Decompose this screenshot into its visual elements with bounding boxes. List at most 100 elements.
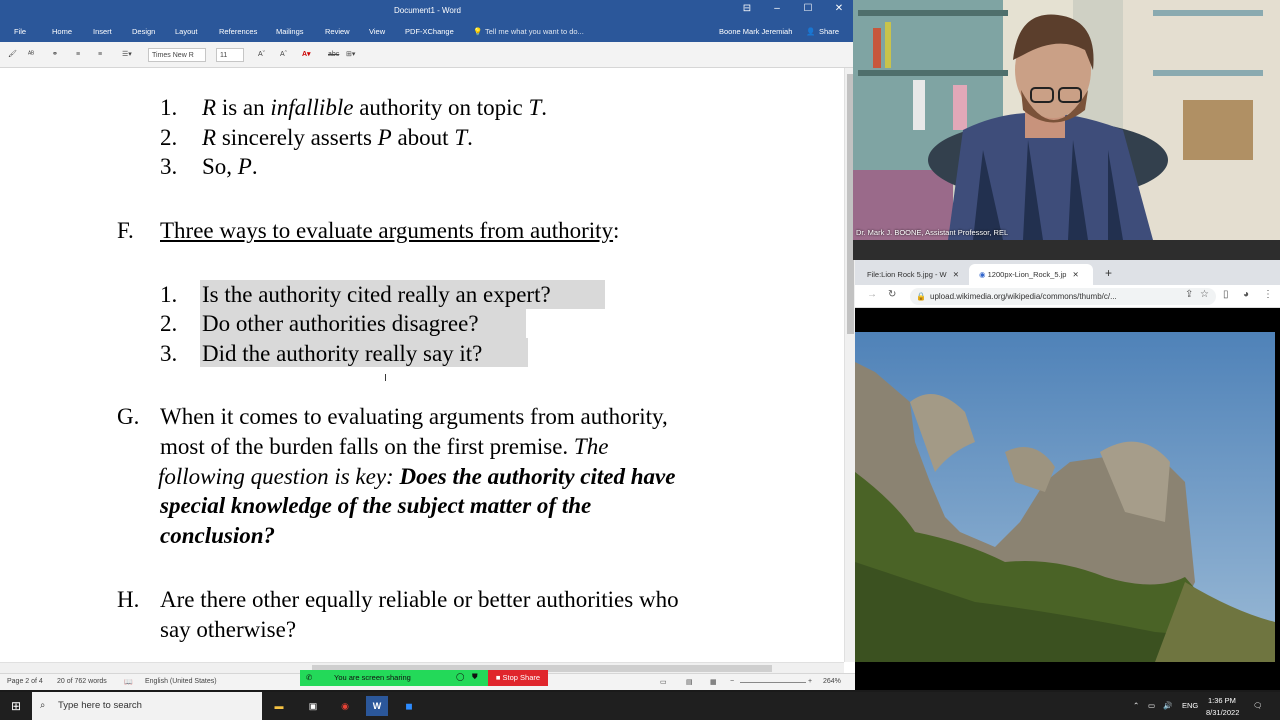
pause-icon[interactable]: ◯ [456, 672, 464, 681]
text-cursor-icon: I [384, 373, 387, 384]
lion-rock-photo [855, 332, 1275, 662]
tell-me-search[interactable]: Tell me what you want to do... [485, 27, 584, 36]
volume-icon[interactable]: 🔊 [1163, 701, 1172, 710]
paragraph-line: Are there other equally reliable or bett… [160, 587, 679, 612]
font-name-select[interactable]: Times New R [148, 48, 206, 62]
clear-format-icon[interactable]: ᴬᴮ [28, 48, 34, 62]
new-tab-button[interactable]: + [1105, 266, 1112, 280]
word-icon[interactable]: W [366, 696, 388, 716]
browser-tab-active[interactable]: ◉ 1200px-Lion_Rock_5.jp ✕ [969, 264, 1093, 285]
browser-tabs: File:Lion Rock 5.jpg - W ✕ ◉ 1200px-Lion… [855, 260, 1280, 285]
list-number: 2. [160, 311, 178, 336]
align-icon[interactable]: ≡ [76, 48, 80, 62]
screen-share-bar: ✆ You are screen sharing ◯ ⛊ ■ Stop Shar… [300, 670, 548, 686]
grow-font-icon[interactable]: Aˆ [280, 48, 287, 62]
table-icon[interactable]: ⊞▾ [346, 48, 355, 62]
list-number: 1. [160, 282, 178, 307]
format-painter-icon[interactable]: 🖌 [8, 48, 17, 62]
close-tab-icon[interactable]: ✕ [953, 270, 959, 279]
list-item: Did the authority really say it? [202, 341, 483, 366]
shield-icon[interactable]: ⛊ [472, 672, 478, 682]
font-size-select[interactable]: 11 [216, 48, 244, 62]
ribbon-display-icon[interactable]: ⊟ [732, 3, 762, 14]
web-layout-icon[interactable]: ▦ [710, 678, 717, 686]
list-item: R sincerely asserts P about T. [202, 125, 473, 150]
link-icon[interactable]: ⚭ [52, 48, 58, 62]
url-bar[interactable]: 🔒 upload.wikimedia.org/wikipedia/commons/… [910, 288, 1216, 305]
list-number: 1. [160, 95, 178, 120]
paragraph-line: say otherwise? [160, 617, 297, 642]
search-icon: ⌕ [40, 700, 46, 711]
side-panel-icon[interactable]: ▯ [1223, 289, 1229, 300]
windows-start-icon[interactable]: ⊞ [5, 696, 27, 716]
section-heading: Three ways to evaluate arguments from au… [160, 218, 620, 243]
window-title: Document1 - Word [394, 6, 461, 15]
page-indicator[interactable]: Page 2 of 4 [7, 678, 43, 685]
print-layout-icon[interactable]: ▤ [686, 678, 693, 686]
share-icon: 👤 [806, 27, 816, 36]
list-item: So, P. [202, 154, 258, 179]
input-language[interactable]: ENG [1182, 701, 1198, 710]
bullets-icon[interactable]: ☰▾ [122, 48, 132, 62]
file-explorer-icon[interactable]: ▬ [268, 696, 290, 716]
list-number: 3. [160, 154, 178, 179]
app-icon[interactable]: ▣ [302, 696, 324, 716]
zoom-slider[interactable] [740, 682, 806, 683]
participant-name: Dr. Mark J. BOONE, Assistant Professor, … [856, 228, 1009, 237]
tab-file[interactable]: File [14, 27, 26, 36]
stop-share-button[interactable]: ■ Stop Share [488, 670, 548, 686]
word-count[interactable]: 20 of 762 words [57, 678, 107, 685]
align-right-icon[interactable]: ≡ [98, 48, 102, 62]
maximize-button[interactable]: ☐ [793, 3, 823, 14]
tab-home[interactable]: Home [52, 27, 72, 36]
reload-icon[interactable]: ↻ [888, 289, 896, 300]
sharing-text: You are screen sharing [334, 673, 411, 682]
user-name[interactable]: Boone Mark Jeremiah [719, 27, 792, 36]
zoom-out-icon[interactable]: − [730, 678, 734, 685]
zoom-app-icon[interactable]: ◼ [398, 696, 420, 716]
tab-pdf-xchange[interactable]: PDF-XChange [405, 27, 454, 36]
notification-icon[interactable]: 🗨 [1253, 701, 1263, 710]
quick-toolbar: 🖌 ᴬᴮ ⚭ ≡ ≡ ☰▾ Times New R 11 Aˇ Aˆ A▾ ab… [0, 42, 855, 68]
star-icon[interactable]: ☆ [1200, 289, 1209, 300]
zoom-in-icon[interactable]: + [808, 678, 812, 685]
close-tab-icon[interactable]: ✕ [1073, 270, 1079, 279]
profile-avatar[interactable]: ◕ [1243, 289, 1249, 300]
stop-icon: ■ [495, 673, 501, 682]
share-button[interactable]: Share [819, 27, 839, 36]
browser-tab[interactable]: File:Lion Rock 5.jpg - W ✕ [857, 264, 967, 285]
language[interactable]: English (United States) [145, 678, 217, 685]
tab-design[interactable]: Design [132, 27, 155, 36]
section-letter: G. [117, 404, 140, 429]
chrome-icon[interactable]: ◉ [334, 696, 356, 716]
share-page-icon[interactable]: ⇪ [1185, 289, 1193, 300]
strikethrough-icon[interactable]: abc [328, 48, 339, 62]
read-mode-icon[interactable]: ▭ [660, 678, 667, 686]
tab-insert[interactable]: Insert [93, 27, 112, 36]
tab-view[interactable]: View [369, 27, 385, 36]
taskbar-search[interactable]: ⌕ Type here to search [32, 692, 262, 720]
network-icon[interactable]: ▭ [1148, 701, 1155, 710]
lock-icon: 🔒 [916, 292, 926, 301]
document-canvas[interactable]: 1. R is an infallible authority on topic… [0, 68, 844, 662]
clock-time[interactable]: 1:36 PM [1208, 696, 1236, 705]
zoom-level[interactable]: 264% [823, 678, 841, 685]
minimize-button[interactable]: – [762, 3, 792, 14]
tab-layout[interactable]: Layout [175, 27, 198, 36]
forward-icon[interactable]: → [867, 289, 877, 300]
word-title-bar: Document1 - Word ⊟ – ☐ ✕ [0, 0, 855, 22]
tray-up-icon[interactable]: ⌃ [1133, 701, 1139, 710]
clock-date[interactable]: 8/31/2022 [1206, 708, 1239, 717]
tab-mailings[interactable]: Mailings [276, 27, 304, 36]
paragraph-line: When it comes to evaluating arguments fr… [160, 404, 668, 429]
menu-icon[interactable]: ⋮ [1263, 289, 1273, 300]
close-button[interactable]: ✕ [824, 3, 854, 14]
tab-review[interactable]: Review [325, 27, 350, 36]
tab-references[interactable]: References [219, 27, 257, 36]
taskbar: ⊞ ⌕ Type here to search ▬ ▣ ◉ W ◼ ⌃ ▭ 🔊 … [0, 692, 1280, 720]
shrink-font-icon[interactable]: Aˇ [258, 48, 265, 62]
proofing-icon[interactable]: 📖 [124, 678, 133, 686]
font-color-icon[interactable]: A▾ [302, 48, 311, 62]
webcam-video: Dr. Mark J. BOONE, Assistant Professor, … [853, 0, 1280, 240]
browser-window: File:Lion Rock 5.jpg - W ✕ ◉ 1200px-Lion… [855, 260, 1280, 690]
